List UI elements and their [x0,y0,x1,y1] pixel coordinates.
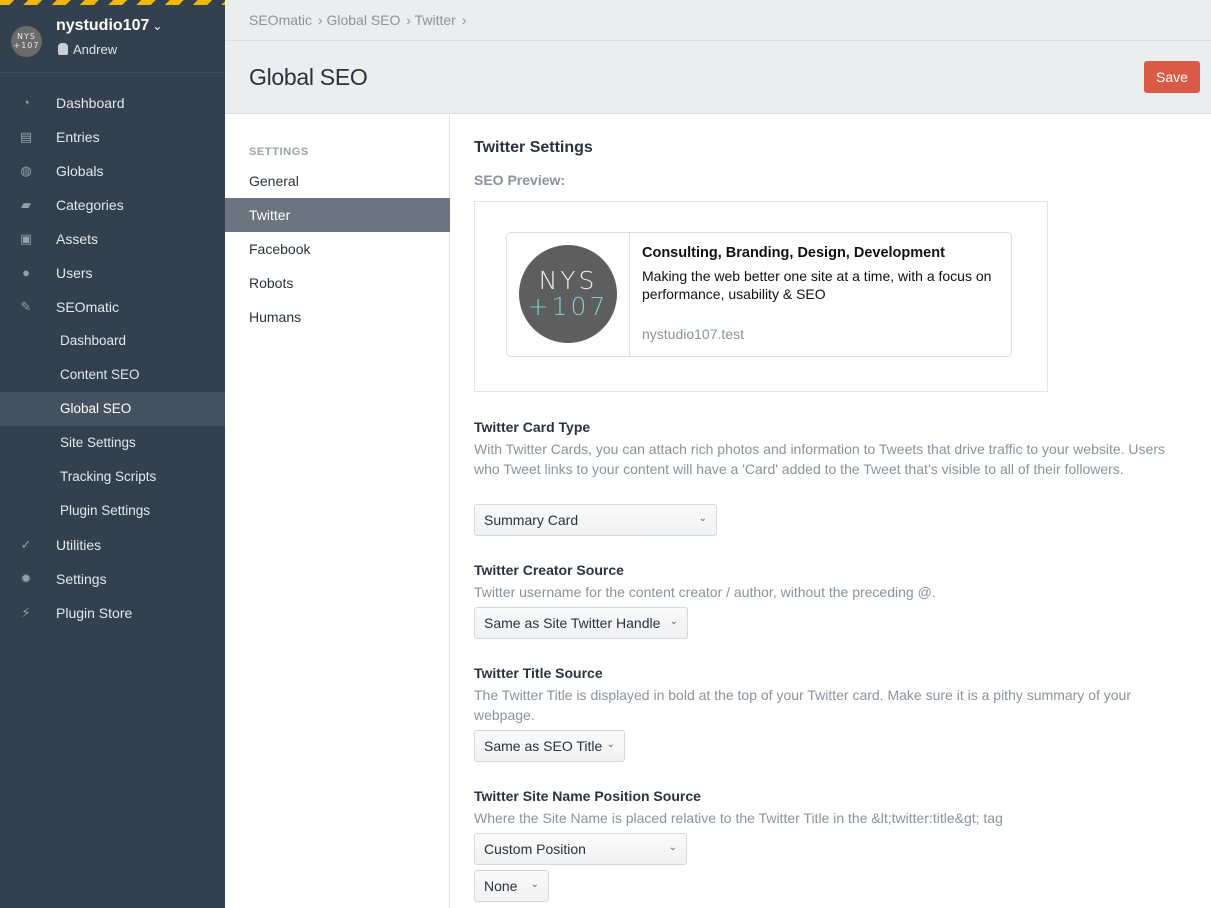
tab-general[interactable]: General [225,164,450,198]
nav-global-seo[interactable]: Global SEO [0,392,225,426]
nav-plugin-settings[interactable]: Plugin Settings [0,494,225,528]
site-header[interactable]: NYS +107 nystudio107 ⌄ Andrew [0,5,225,73]
chevron-down-icon: ⌄ [530,879,539,890]
main-content: Twitter Settings SEO Preview: NYS +107 Co… [450,114,1211,908]
breadcrumb-twitter[interactable]: Twitter [415,12,456,28]
subnav-heading: SETTINGS [249,146,309,158]
wrench-icon: ✓ [20,537,32,552]
settings-subnav: SETTINGS General Twitter Facebook Robots… [225,114,450,908]
twitter-card-type-select[interactable]: Summary Card ⌄ [474,504,717,536]
chevron-down-icon: ⌄ [669,616,678,627]
image-icon: ▣ [19,231,33,246]
nav-categories[interactable]: ▰ Categories [0,188,225,222]
plug-icon: ⚡ [21,605,31,620]
nav-site-settings[interactable]: Site Settings [0,426,225,460]
breadcrumb-seomatic[interactable]: SEOmatic [249,12,312,28]
twitter-title-source-label: Twitter Title Source [474,665,603,681]
save-button[interactable]: Save [1144,61,1200,93]
seo-preview-box: NYS +107 Consulting, Branding, Design, De… [474,201,1048,392]
twitter-card-preview: NYS +107 Consulting, Branding, Design, De… [506,232,1012,357]
twitter-card-type-desc: With Twitter Cards, you can attach rich … [474,441,1165,477]
twitter-title-source-select[interactable]: Same as SEO Title ⌄ [474,730,625,762]
nav-assets[interactable]: ▣ Assets [0,222,225,256]
twitter-card-title: Consulting, Branding, Design, Developmen… [642,245,945,261]
twitter-title-source-desc: The Twitter Title is displayed in bold a… [474,687,1131,723]
gear-icon: ✹ [20,571,32,586]
nav-entries[interactable]: ▤ Entries [0,120,225,154]
nav-dashboard[interactable]: ◔ Dashboard [0,86,225,120]
seo-preview-label: SEO Preview: [474,172,566,188]
twitter-site-name-separator-select[interactable]: None ⌄ [474,870,549,902]
dashboard-icon: ◔ [22,95,30,110]
page-title: Global SEO [249,64,368,90]
seomatic-icon: ✎ [20,299,32,314]
breadcrumb-global-seo[interactable]: Global SEO [326,12,400,28]
nav-seomatic-dashboard[interactable]: Dashboard [0,324,225,358]
site-logo: NYS +107 [11,26,42,57]
twitter-card-description: Making the web better one site at a time… [642,268,992,302]
nav-utilities[interactable]: ✓ Utilities [0,528,225,562]
page-header: SEOmatic › Global SEO › Twitter › Global… [225,0,1211,114]
twitter-creator-source-label: Twitter Creator Source [474,562,624,578]
chevron-down-icon: ⌄ [668,842,677,853]
twitter-card-domain: nystudio107.test [642,326,744,342]
twitter-card-type-label: Twitter Card Type [474,419,591,435]
users-icon: ● [22,265,30,280]
section-title: Twitter Settings [474,139,593,156]
tab-facebook[interactable]: Facebook [225,232,450,266]
twitter-card-image: NYS +107 [507,233,630,356]
folder-icon: ▰ [21,197,31,212]
chevron-down-icon: ⌄ [698,513,707,524]
tab-humans[interactable]: Humans [225,300,450,334]
nav-plugin-store[interactable]: ⚡ Plugin Store [0,596,225,630]
nav-globals[interactable]: ◍ Globals [0,154,225,188]
nystudio-logo: NYS +107 [519,245,617,343]
twitter-site-name-position-label: Twitter Site Name Position Source [474,788,701,804]
tab-twitter[interactable]: Twitter [225,198,450,232]
user-menu[interactable]: Andrew [58,42,117,57]
twitter-creator-source-desc: Twitter username for the content creator… [474,584,936,600]
user-icon [58,43,68,55]
globe-icon: ◍ [20,163,32,178]
chevron-down-icon: ⌄ [152,19,163,33]
site-switcher[interactable]: nystudio107 ⌄ [56,17,162,35]
nav-content-seo[interactable]: Content SEO [0,358,225,392]
twitter-creator-source-select[interactable]: Same as Site Twitter Handle ⌄ [474,607,688,639]
twitter-site-name-position-select[interactable]: Custom Position ⌄ [474,833,687,865]
nav-tracking-scripts[interactable]: Tracking Scripts [0,460,225,494]
breadcrumb: SEOmatic › Global SEO › Twitter › [249,12,467,28]
tab-robots[interactable]: Robots [225,266,450,300]
twitter-site-name-position-desc: Where the Site Name is placed relative t… [474,810,1003,826]
entries-icon: ▤ [19,129,33,144]
nav-users[interactable]: ● Users [0,256,225,290]
nav-seomatic[interactable]: ✎ SEOmatic [0,290,225,324]
chevron-down-icon: ⌄ [606,739,615,750]
breadcrumb-divider [225,40,1211,41]
sidebar: NYS +107 nystudio107 ⌄ Andrew ◔ Dashboard ▤… [0,0,225,908]
nav-settings[interactable]: ✹ Settings [0,562,225,596]
